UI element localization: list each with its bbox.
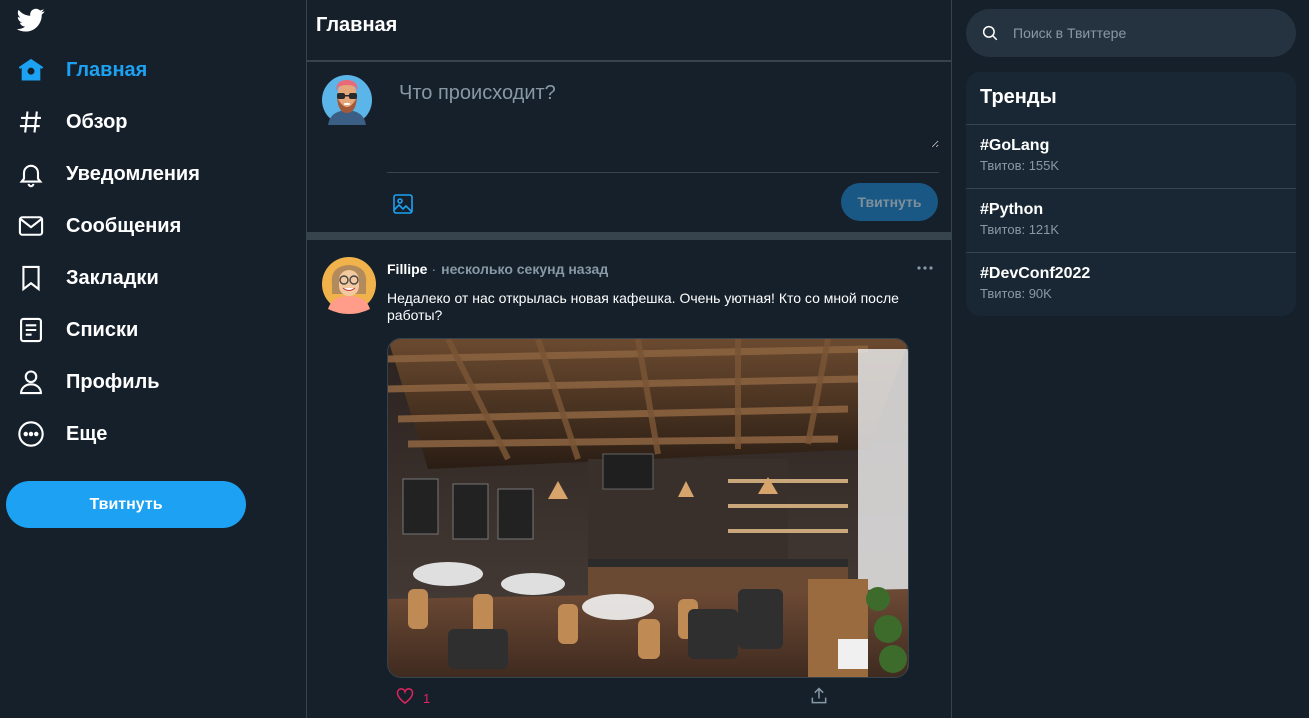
tweet-photo[interactable]	[387, 338, 909, 678]
nav-item-notifications[interactable]: Уведомления	[16, 154, 200, 194]
main-timeline: Главная Твитнуть	[306, 0, 952, 718]
tweet-header: Fillipe · несколько секунд назад	[387, 261, 608, 277]
heart-icon[interactable]	[395, 686, 415, 711]
list-icon	[16, 315, 46, 345]
trend-count: Твитов: 90K	[980, 286, 1052, 301]
home-icon	[16, 55, 46, 85]
trends-title: Тренды	[966, 72, 1296, 125]
nav-item-label: Еще	[66, 422, 108, 445]
trend-count: Твитов: 155K	[980, 158, 1060, 173]
section-divider	[307, 232, 951, 240]
tweet-time[interactable]: несколько секунд назад	[441, 261, 608, 277]
nav-item-label: Профиль	[66, 370, 160, 393]
user-avatar[interactable]	[322, 75, 372, 130]
author-name[interactable]: Fillipe	[387, 261, 427, 277]
nav-item-more[interactable]: Еще	[16, 414, 107, 454]
user-icon	[16, 367, 46, 397]
nav-item-profile[interactable]: Профиль	[16, 362, 160, 402]
trend-count: Твитов: 121K	[980, 222, 1060, 237]
nav-item-label: Списки	[66, 318, 139, 341]
image-icon[interactable]	[391, 192, 415, 216]
tweet[interactable]: Fillipe · несколько секунд назад Недалек…	[307, 240, 951, 718]
tweet-text: Недалеко от нас открылась новая кафешка.…	[387, 290, 899, 323]
more-options-icon[interactable]	[915, 258, 935, 278]
sidebar-nav: Главная Обзор Уведомления Сообщения Закл…	[0, 0, 306, 718]
nav-item-label: Обзор	[66, 110, 128, 133]
compose-box: Твитнуть	[307, 62, 951, 232]
like-action[interactable]: 1	[395, 686, 430, 711]
nav-item-label: Главная	[66, 58, 148, 81]
nav-item-messages[interactable]: Сообщения	[16, 206, 181, 246]
search-box[interactable]	[966, 9, 1296, 57]
nav-item-label: Сообщения	[66, 214, 182, 237]
page-title: Главная	[307, 0, 951, 62]
share-icon[interactable]	[809, 686, 829, 706]
nav-item-explore[interactable]: Обзор	[16, 102, 128, 142]
hashtag-icon	[16, 107, 46, 137]
bookmark-icon	[16, 263, 46, 293]
nav-item-label: Уведомления	[66, 162, 200, 185]
compose-divider	[387, 172, 939, 173]
nav-item-lists[interactable]: Списки	[16, 310, 138, 350]
compose-input[interactable]	[387, 76, 939, 148]
bell-icon	[16, 159, 46, 189]
nav-item-label: Закладки	[66, 266, 159, 289]
like-count: 1	[423, 691, 431, 706]
trend-tag: #Python	[980, 201, 1044, 218]
search-icon	[981, 24, 999, 42]
search-input[interactable]	[1013, 25, 1283, 41]
more-circle-icon	[16, 419, 46, 449]
separator-dot: ·	[431, 261, 437, 277]
trend-item[interactable]: #GoLang Твитов: 155K	[966, 125, 1296, 189]
trends-panel: Тренды #GoLang Твитов: 155K #Python Твит…	[966, 72, 1296, 316]
trend-item[interactable]: #DevConf2022 Твитов: 90K	[966, 253, 1296, 316]
tweet-button[interactable]: Твитнуть	[6, 481, 246, 528]
author-avatar[interactable]	[322, 254, 376, 319]
trend-tag: #DevConf2022	[980, 265, 1091, 282]
compose-tweet-button[interactable]: Твитнуть	[841, 183, 938, 221]
twitter-logo-icon[interactable]	[16, 6, 46, 34]
trend-item[interactable]: #Python Твитов: 121K	[966, 189, 1296, 253]
mail-icon	[16, 211, 46, 241]
nav-item-home[interactable]: Главная	[16, 50, 147, 90]
trend-tag: #GoLang	[980, 137, 1050, 154]
nav-item-bookmarks[interactable]: Закладки	[16, 258, 159, 298]
